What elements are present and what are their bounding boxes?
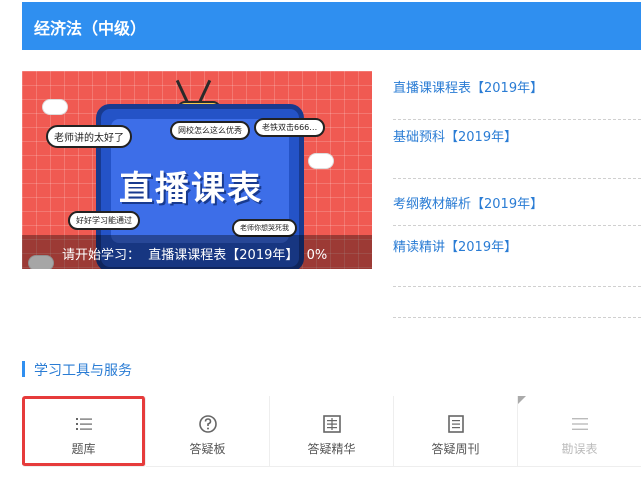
tool-label: 题库 bbox=[71, 442, 96, 456]
page-title: 经济法（中级） bbox=[34, 19, 147, 38]
list-item: 直播课课程表【2019年】 bbox=[393, 71, 641, 120]
speech-bubble: 网校怎么这么优秀 bbox=[170, 121, 250, 140]
list-item-empty bbox=[393, 287, 641, 318]
heading-accent bbox=[22, 361, 25, 377]
speech-bubble: 老师讲的太好了 bbox=[46, 125, 132, 148]
tool-qa-weekly[interactable]: 答疑周刊 bbox=[394, 396, 518, 467]
overlay-prefix: 请开始学习： bbox=[62, 248, 141, 263]
tool-label: 答疑周刊 bbox=[431, 442, 480, 456]
menu-icon bbox=[571, 418, 588, 430]
overlay-progress: 0% bbox=[306, 248, 328, 263]
tool-qa-board[interactable]: 答疑板 bbox=[146, 396, 270, 467]
tool-label: 答疑精华 bbox=[307, 442, 356, 456]
cloud-icon bbox=[42, 99, 68, 115]
course-list: 直播课课程表【2019年】 基础预科【2019年】 考纲教材解析【2019年】 … bbox=[393, 71, 641, 318]
course-banner[interactable]: 直播课表 老师讲的太好了 网校怎么这么优秀 老铁双击666… 好好学习能通过 老… bbox=[22, 71, 372, 269]
overlay-course: 直播课课程表【2019年】 bbox=[148, 248, 299, 263]
speech-bubble: 老铁双击666… bbox=[254, 118, 326, 137]
tool-errata[interactable]: 勘误表 bbox=[518, 396, 641, 467]
speech-bubble: 好好学习能通过 bbox=[68, 211, 140, 230]
tools-row: 题库 答疑板 答疑精华 答疑周刊 勘误表 bbox=[22, 396, 641, 467]
start-learning-text: 请开始学习： 直播课课程表【2019年】 0% bbox=[62, 244, 327, 263]
banner-overlay: 请开始学习： 直播课课程表【2019年】 0% bbox=[22, 235, 372, 269]
question-icon bbox=[198, 415, 217, 433]
header-bar: 经济法（中级） bbox=[22, 2, 641, 50]
banner-art-title: 直播课表 bbox=[119, 169, 263, 209]
course-link[interactable]: 基础预科【2019年】 bbox=[393, 126, 517, 145]
essence-icon bbox=[322, 415, 341, 433]
list-item: 基础预科【2019年】 bbox=[393, 120, 641, 178]
tool-qa-essence[interactable]: 答疑精华 bbox=[270, 396, 394, 467]
course-link[interactable]: 直播课课程表【2019年】 bbox=[393, 77, 543, 96]
corner-marker bbox=[518, 396, 526, 404]
tool-question-bank[interactable]: 题库 bbox=[22, 396, 146, 467]
tool-label: 勘误表 bbox=[561, 442, 598, 456]
cloud-icon bbox=[308, 153, 334, 169]
list-item: 精读精讲【2019年】 bbox=[393, 226, 641, 287]
course-link[interactable]: 考纲教材解析【2019年】 bbox=[393, 193, 543, 212]
course-link[interactable]: 精读精讲【2019年】 bbox=[393, 236, 517, 255]
list-item: 考纲教材解析【2019年】 bbox=[393, 178, 641, 226]
tool-label: 答疑板 bbox=[189, 442, 226, 456]
section-title-text: 学习工具与服务 bbox=[34, 363, 132, 379]
document-icon bbox=[447, 415, 464, 433]
list-icon bbox=[75, 418, 92, 430]
